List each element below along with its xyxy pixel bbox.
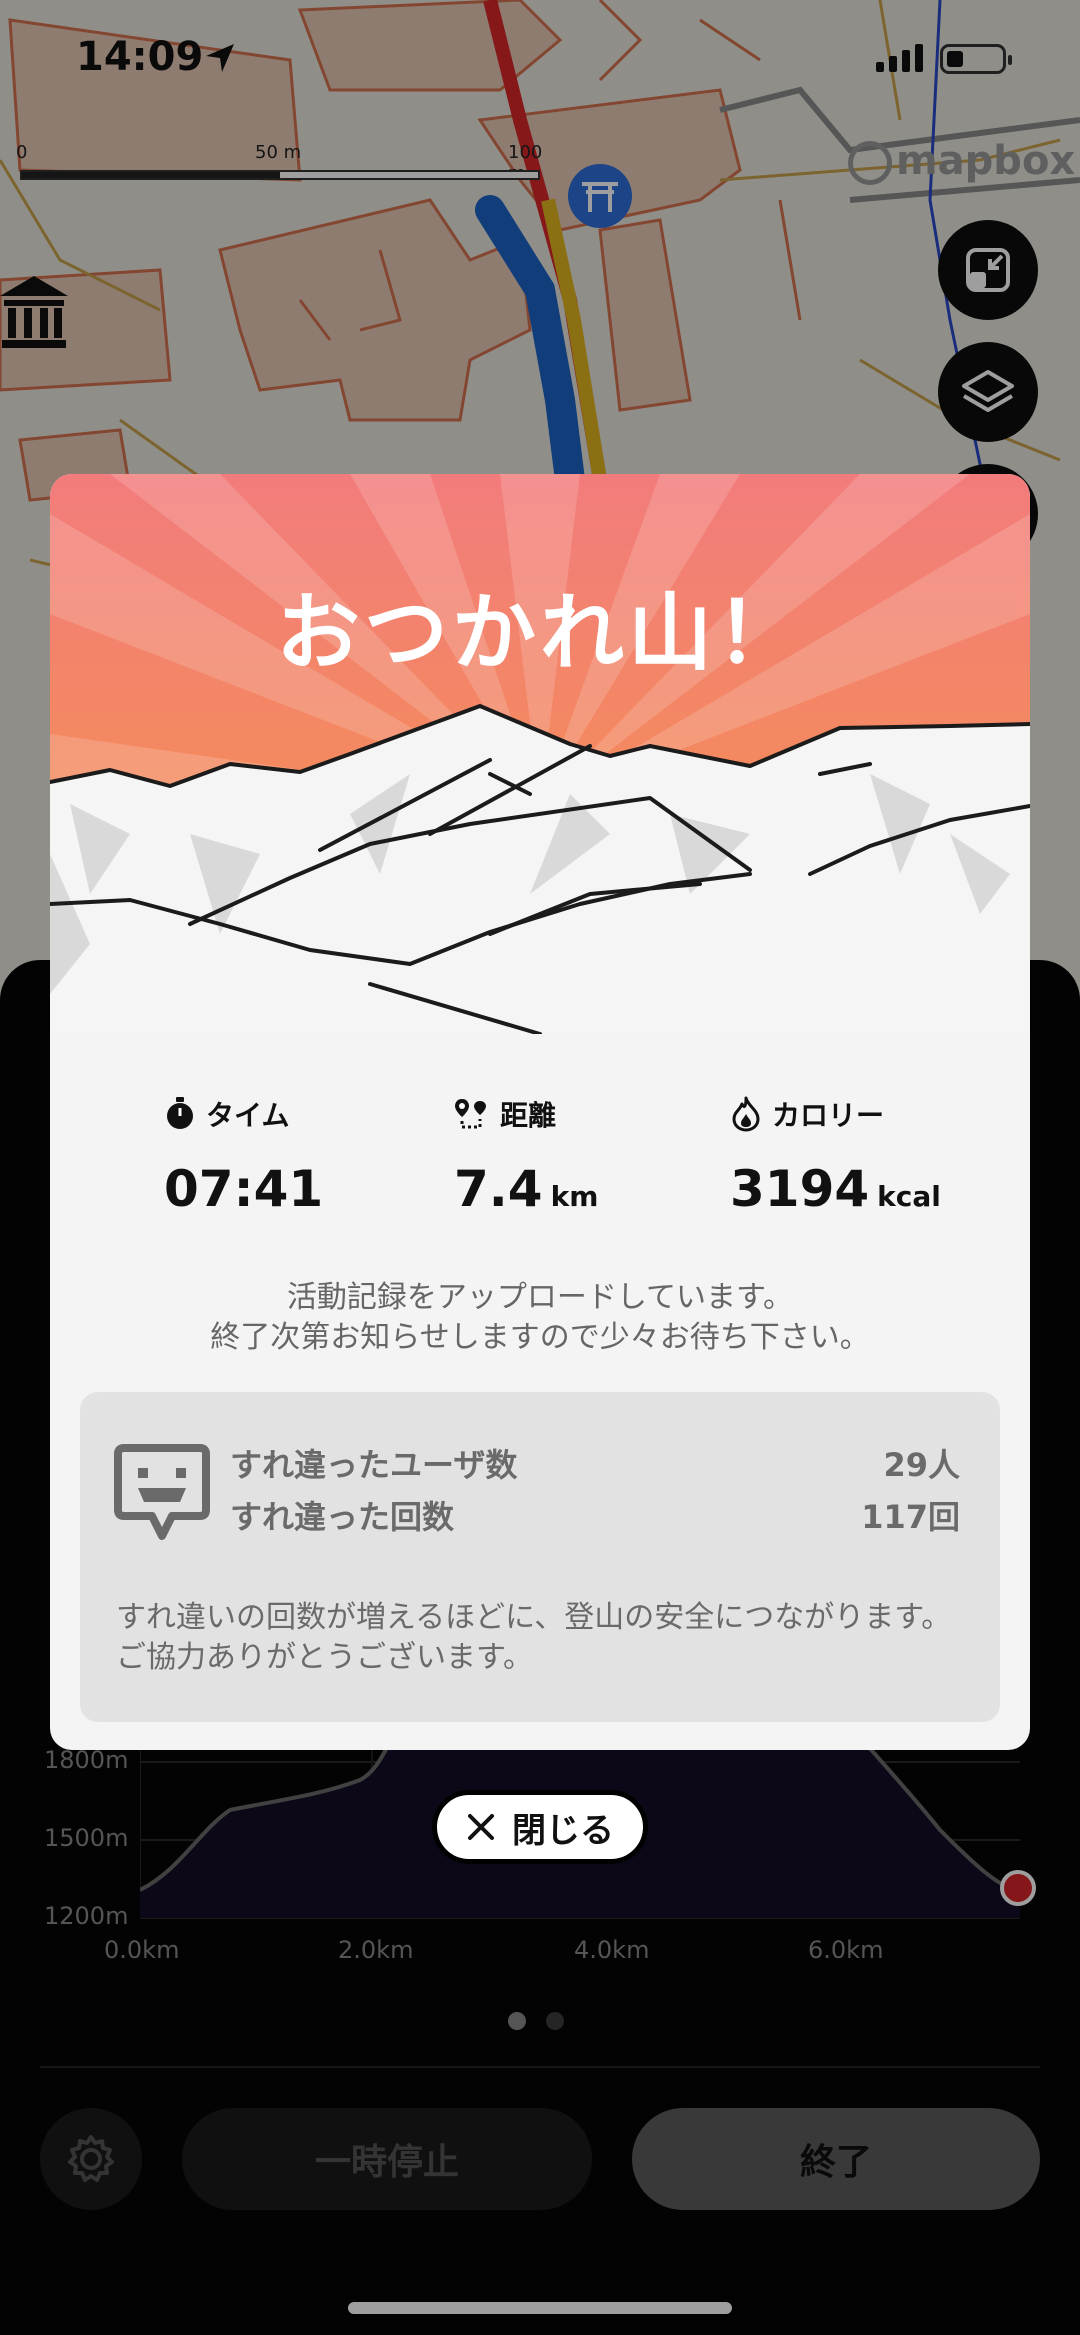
stat-distance-label: 距離 bbox=[500, 1099, 557, 1132]
close-icon bbox=[468, 1814, 494, 1840]
stat-time-value: 07:41 bbox=[164, 1160, 324, 1218]
passed-count-row: すれ違った回数 117回 bbox=[230, 1492, 960, 1538]
stat-time-label: タイム bbox=[206, 1099, 290, 1132]
passed-users-row: すれ違ったユーザ数 29人 bbox=[230, 1440, 960, 1486]
close-button-label: 閉じる bbox=[512, 1810, 614, 1851]
passed-count-label: すれ違った回数 bbox=[230, 1498, 455, 1536]
passed-users-value: 29人 bbox=[883, 1446, 960, 1484]
upload-status-message: 活動記録をアップロードしています。 終了次第お知らせしますので少々お待ち下さい。 bbox=[50, 1278, 1030, 1358]
stat-distance-unit: km bbox=[550, 1180, 599, 1213]
flame-icon bbox=[732, 1096, 760, 1132]
upload-status-line-2: 終了次第お知らせしますので少々お待ち下さい。 bbox=[210, 1320, 870, 1355]
upload-status-line-1: 活動記録をアップロードしています。 bbox=[286, 1280, 794, 1315]
passing-note: すれ違いの回数が増えるほどに、登山の安全につながります。ご協力ありがとうございま… bbox=[116, 1600, 952, 1675]
activity-stats: タイム 07:41 距離 7.4 km カロリー 3194 kcal bbox=[50, 1094, 1030, 1254]
stopwatch-icon bbox=[167, 1097, 193, 1129]
route-icon bbox=[455, 1099, 486, 1129]
activity-complete-modal: おつかれ山！ タイム 07:41 距離 7.4 km カロリー 3194 kca… bbox=[50, 474, 1030, 1750]
passed-count-value: 117回 bbox=[861, 1498, 960, 1536]
stat-distance: 距離 7.4 km bbox=[454, 1094, 598, 1218]
stat-time: タイム 07:41 bbox=[164, 1094, 323, 1218]
modal-title: おつかれ山！ bbox=[275, 584, 804, 682]
passed-users-label: すれ違ったユーザ数 bbox=[230, 1446, 518, 1484]
stat-calories: カロリー 3194 kcal bbox=[730, 1094, 941, 1218]
close-button[interactable]: 閉じる bbox=[432, 1790, 648, 1864]
stat-calories-label: カロリー bbox=[772, 1099, 885, 1132]
hero-illustration bbox=[50, 474, 1030, 1034]
stat-calories-unit: kcal bbox=[877, 1180, 941, 1213]
chat-face-icon bbox=[114, 1444, 210, 1540]
stat-distance-value: 7.4 bbox=[454, 1160, 543, 1218]
passing-summary-card: すれ違ったユーザ数 29人 すれ違った回数 117回 すれ違いの回数が増えるほど… bbox=[80, 1392, 1000, 1722]
stat-calories-value: 3194 bbox=[730, 1160, 870, 1218]
